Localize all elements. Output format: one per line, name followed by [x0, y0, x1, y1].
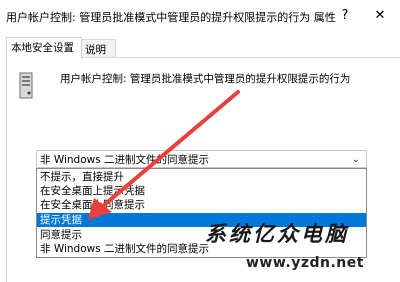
server-policy-icon [19, 72, 33, 99]
policy-description: 用户帐户控制: 管理员批准模式中管理员的提升权限提示的行为 [60, 73, 351, 85]
behavior-combobox[interactable]: 非 Windows 二进制文件的同意提示 ⌄ [36, 150, 367, 168]
tab-local-security-setting[interactable]: 本地安全设置 [6, 37, 82, 59]
watermark-url: www.yzdn.net [246, 255, 364, 271]
combobox-value: 非 Windows 二进制文件的同意提示 [40, 154, 210, 166]
dropdown-option-no-prompt[interactable]: 不提示，直接提升 [37, 170, 366, 184]
close-button[interactable]: ✕ [368, 6, 392, 26]
dropdown-option-credentials-secure-desktop[interactable]: 在安全桌面上提示凭据 [37, 184, 366, 198]
help-button[interactable]: ? [334, 6, 356, 26]
watermark-brand: 系统亿众电脑 [205, 221, 349, 246]
dropdown-option-consent-secure-desktop[interactable]: 在安全桌面上同意提示 [37, 198, 366, 212]
window-title: 用户帐户控制: 管理员批准模式中管理员的提升权限提示的行为 属性 [6, 11, 336, 24]
tab-strip: 本地安全设置 说明 [6, 37, 400, 60]
chevron-down-icon[interactable]: ⌄ [352, 151, 360, 169]
title-bar: 用户帐户控制: 管理员批准模式中管理员的提升权限提示的行为 属性 ? ✕ [0, 0, 400, 33]
